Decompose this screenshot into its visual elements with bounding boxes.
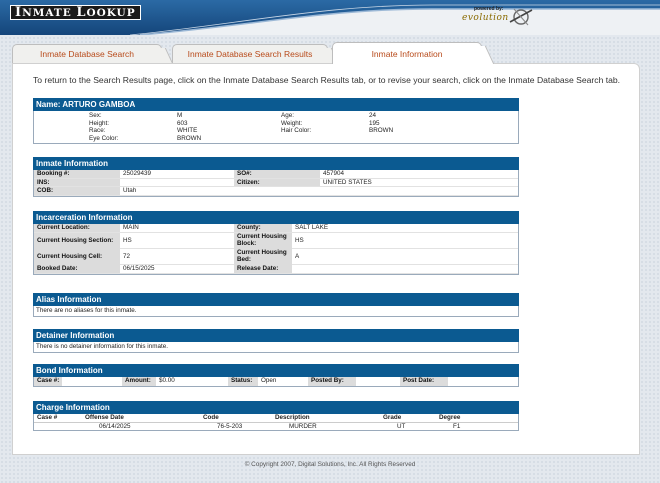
county-value: SALT LAKE: [292, 224, 518, 232]
bond-status-label: Status:: [228, 377, 258, 386]
charge-col-description: Description: [275, 414, 310, 421]
incarceration-information-section: Incarceration Information Current Locati…: [33, 211, 519, 275]
hair-color-label: Hair Color:: [281, 127, 312, 135]
housing-cell-value: 72: [120, 252, 234, 261]
so-number-value: 457904: [320, 170, 518, 178]
charge-col-case: Case #: [37, 414, 58, 421]
alias-information-title: Alias Information: [33, 293, 519, 306]
bond-information-section: Bond Information Case #: Amount: $0.00 S…: [33, 364, 519, 387]
age-label: Age:: [281, 112, 294, 119]
charge-code-value: 76-5-203: [217, 423, 243, 430]
post-date-value: [448, 377, 518, 386]
inmate-information-title: Inmate Information: [33, 157, 519, 170]
charge-information-section: Charge Information Case # Offense Date C…: [33, 401, 519, 431]
eye-color-value: BROWN: [177, 134, 202, 142]
cob-label: COB:: [34, 187, 120, 195]
tab-inmate-database-search-results[interactable]: Inmate Database Search Results: [172, 44, 328, 64]
current-location-value: MAIN: [120, 224, 234, 232]
ins-label: INS:: [34, 178, 120, 187]
inmate-information-section: Inmate Information Booking #: 25029439 S…: [33, 157, 519, 197]
charge-information-title: Charge Information: [33, 401, 519, 414]
weight-label: Weight:: [281, 119, 303, 127]
citizen-label: Citizen:: [234, 178, 320, 187]
housing-block-label: Current Housing Block:: [234, 232, 292, 249]
inmate-information-panel: To return to the Search Results page, cl…: [12, 63, 640, 455]
detainer-information-title: Detainer Information: [33, 329, 519, 342]
header-banner: INMATE LOOKUP powered by: evolution: [0, 0, 660, 35]
instructions-text: To return to the Search Results page, cl…: [33, 75, 621, 85]
inmate-lookup-logo[interactable]: INMATE LOOKUP: [10, 5, 141, 20]
posted-by-value: [356, 377, 400, 386]
charge-description-value: MURDER: [289, 423, 317, 430]
booking-label: Booking #:: [34, 170, 120, 178]
detainer-information-section: Detainer Information There is no detaine…: [33, 329, 519, 353]
cob-value: Utah: [120, 187, 518, 195]
bond-case-label: Case #:: [34, 377, 62, 386]
alias-note: There are no aliases for this inmate.: [36, 307, 137, 314]
housing-section-value: HS: [120, 236, 234, 245]
detainer-note: There is no detainer information for thi…: [36, 343, 168, 350]
so-number-label: SO#:: [234, 170, 320, 178]
charge-case-value: [34, 423, 96, 430]
booking-value: 25029439: [120, 170, 234, 178]
housing-bed-value: A: [292, 252, 518, 261]
bond-information-title: Bond Information: [33, 364, 519, 377]
charge-col-degree: Degree: [439, 414, 461, 421]
posted-by-label: Posted By:: [308, 377, 356, 386]
powered-by-label: powered by:: [474, 6, 504, 12]
charge-col-offense-date: Offense Date: [85, 414, 124, 421]
citizen-value: UNITED STATES: [320, 178, 518, 187]
height-value: 603: [177, 119, 188, 127]
eye-color-label: Eye Color:: [89, 134, 119, 142]
bond-amount-value: $0.00: [156, 377, 228, 386]
race-value: WHITE: [177, 127, 198, 135]
charge-table-header: Case # Offense Date Code Description Gra…: [34, 414, 518, 422]
evolution-brand: evolution: [462, 13, 509, 23]
booked-date-label: Booked Date:: [34, 265, 120, 273]
weight-value: 195: [369, 119, 380, 127]
release-date-value: [292, 265, 518, 273]
post-date-label: Post Date:: [400, 377, 448, 386]
alias-information-section: Alias Information There are no aliases f…: [33, 293, 519, 317]
sex-label: Sex:: [89, 112, 102, 119]
age-value: 24: [369, 112, 377, 119]
current-location-label: Current Location:: [34, 224, 120, 232]
copyright-footer: © Copyright 2007, Digital Solutions, Inc…: [244, 461, 416, 468]
bond-status-value: Open: [258, 377, 308, 386]
name-section-title: Name: ARTURO GAMBOA: [33, 98, 519, 111]
charge-degree-value: F1: [453, 423, 461, 430]
booked-date-value: 06/15/2025: [120, 265, 234, 273]
housing-bed-label: Current Housing Bed:: [234, 248, 292, 265]
height-label: Height:: [89, 119, 109, 127]
incarceration-information-title: Incarceration Information: [33, 211, 519, 224]
bond-case-value: [62, 377, 122, 386]
housing-block-value: HS: [292, 236, 518, 245]
evolution-logo-icon: [509, 8, 533, 26]
name-section: Name: ARTURO GAMBOA Sex: M Age: 24 Heigh…: [33, 98, 519, 145]
charge-col-grade: Grade: [383, 414, 402, 421]
table-row: 06/14/2025 76-5-203 MURDER UT F1: [34, 422, 518, 430]
release-date-label: Release Date:: [234, 265, 292, 273]
charge-offense-date-value: 06/14/2025: [99, 423, 131, 430]
race-label: Race:: [89, 127, 106, 135]
sex-value: M: [177, 112, 183, 119]
charge-grade-value: UT: [397, 423, 406, 430]
tab-inmate-information[interactable]: Inmate Information: [332, 42, 482, 64]
housing-cell-label: Current Housing Cell:: [34, 248, 120, 265]
housing-section-label: Current Housing Section:: [34, 232, 120, 249]
bond-amount-label: Amount:: [122, 377, 156, 386]
hair-color-value: BROWN: [369, 127, 394, 135]
charge-col-code: Code: [203, 414, 219, 421]
county-label: County:: [234, 224, 292, 232]
ins-value: [120, 178, 234, 187]
tab-inmate-database-search[interactable]: Inmate Database Search: [12, 44, 162, 64]
